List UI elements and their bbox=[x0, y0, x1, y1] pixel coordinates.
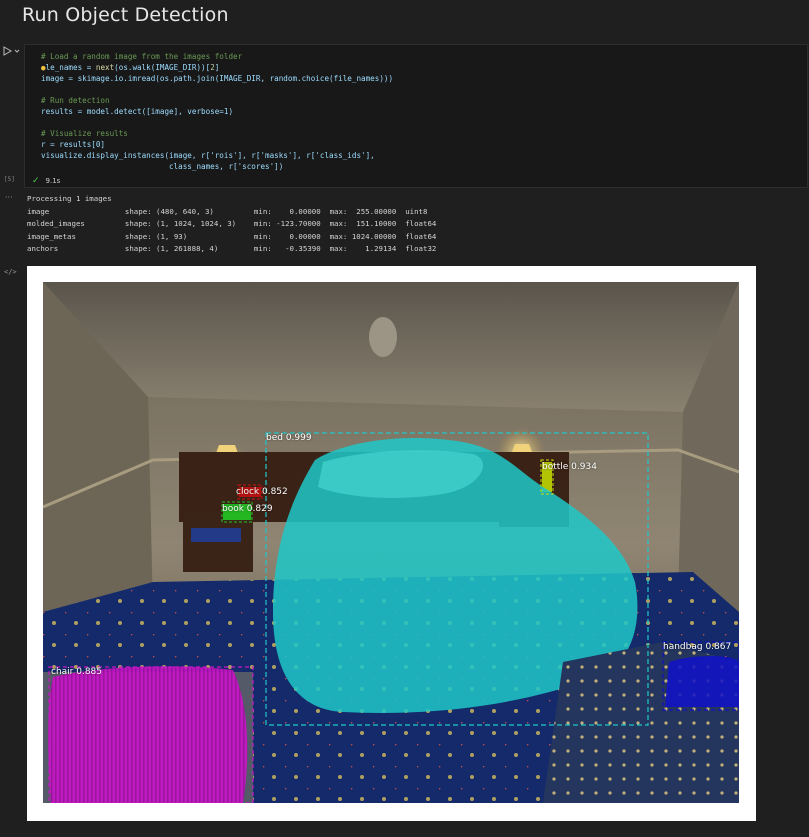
output-figure: bed 0.999 bottle 0.934 clock 0.852 book … bbox=[27, 266, 756, 821]
output-line: Processing 1 images bbox=[27, 194, 112, 203]
detection-label-handbag: handbag 0.867 bbox=[663, 642, 732, 652]
detection-label-bottle: bottle 0.934 bbox=[542, 462, 597, 472]
code-token: (os.walk(IMAGE_DIR))[ bbox=[114, 63, 211, 72]
code-comment: # Load a random image from the images fo… bbox=[41, 52, 243, 61]
code-line: visualize.display_instances(image, r['ro… bbox=[41, 151, 375, 160]
output-more-icon[interactable]: ··· bbox=[5, 193, 13, 202]
detection-label-book: book 0.829 bbox=[222, 504, 273, 514]
detection-label-bed: bed 0.999 bbox=[266, 433, 312, 443]
run-cell-button[interactable] bbox=[3, 46, 23, 58]
code-comment: # Run detection bbox=[41, 96, 110, 105]
play-icon[interactable] bbox=[3, 46, 21, 56]
code-line: image = skimage.io.imread(os.path.join(I… bbox=[41, 74, 394, 83]
code-line: r = results[0] bbox=[41, 140, 106, 149]
output-line: image shape: (480, 640, 3) min: 0.00000 … bbox=[27, 206, 428, 216]
code-cell-editor[interactable]: # Load a random image from the images fo… bbox=[24, 44, 808, 188]
output-line: image_metas shape: (1, 93) min: 0.00000 … bbox=[27, 231, 437, 241]
cell-output-text: Processing 1 images image shape: (480, 6… bbox=[27, 193, 436, 256]
detection-label-chair: chair 0.885 bbox=[51, 667, 102, 677]
execution-duration: 9.1s bbox=[45, 177, 61, 185]
detection-image: bed 0.999 bottle 0.934 clock 0.852 book … bbox=[43, 282, 739, 803]
code-comment: # Visualize results bbox=[41, 129, 128, 138]
code-line: le_names = bbox=[45, 63, 96, 72]
code-editor-text[interactable]: # Load a random image from the images fo… bbox=[41, 51, 393, 172]
code-token: next bbox=[95, 63, 115, 72]
output-line: anchors shape: (1, 261888, 4) min: -0.35… bbox=[27, 244, 437, 253]
check-icon: ✓ bbox=[32, 176, 40, 186]
code-line: results = model.detect([image], verbose=… bbox=[41, 107, 234, 116]
markdown-heading: Run Object Detection bbox=[22, 4, 229, 26]
execution-status: ✓ 9.1s bbox=[32, 176, 60, 186]
bedroom-scene bbox=[43, 282, 739, 803]
code-output-icon[interactable]: </> bbox=[4, 268, 17, 276]
execution-count: [5] bbox=[4, 176, 15, 183]
detection-label-clock: clock 0.852 bbox=[236, 487, 288, 497]
code-token: ] bbox=[214, 63, 220, 72]
output-line: molded_images shape: (1, 1024, 1024, 3) … bbox=[27, 219, 437, 228]
code-line: class_names, r['scores']) bbox=[41, 162, 284, 171]
